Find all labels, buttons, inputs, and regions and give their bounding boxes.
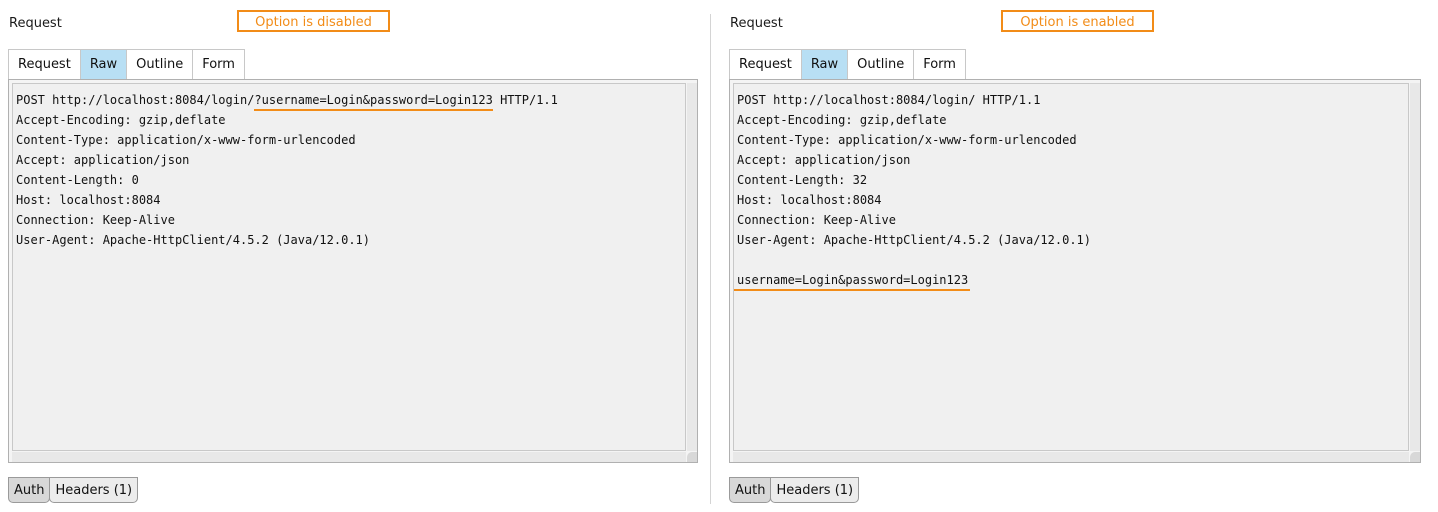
tab-form[interactable]: Form — [913, 49, 966, 79]
bottom-tabs: Auth Headers (1) — [8, 477, 139, 503]
request-line: POST http://localhost:8084/login/ HTTP/1… — [737, 93, 1041, 107]
callout-option-enabled: Option is enabled — [1001, 10, 1154, 32]
horizontal-scrollbar[interactable] — [12, 452, 686, 462]
tab-request[interactable]: Request — [729, 49, 801, 79]
header-line: Content-Type: application/x-www-form-url… — [16, 133, 356, 147]
vertical-scrollbar[interactable] — [687, 83, 697, 451]
panel-title: Request — [9, 16, 62, 31]
tab-raw[interactable]: Raw — [800, 49, 848, 79]
request-line-version: HTTP/1.1 — [492, 93, 558, 107]
header-line: Accept: application/json — [737, 153, 911, 167]
panel-divider — [710, 14, 711, 504]
resize-corner-icon[interactable] — [687, 452, 697, 462]
tab-headers[interactable]: Headers (1) — [49, 477, 139, 503]
header-line: Content-Type: application/x-www-form-url… — [737, 133, 1077, 147]
header-line: Host: localhost:8084 — [737, 193, 882, 207]
resize-corner-icon[interactable] — [1410, 452, 1420, 462]
callout-option-disabled: Option is disabled — [237, 10, 390, 32]
form-body-highlight: username=Login&password=Login123 — [734, 270, 971, 291]
vertical-scrollbar[interactable] — [1410, 83, 1420, 451]
header-line: Content-Length: 32 — [737, 173, 868, 187]
tab-request[interactable]: Request — [8, 49, 80, 79]
tab-headers[interactable]: Headers (1) — [770, 477, 860, 503]
request-panel-disabled: Request Option is disabled Request Raw O… — [0, 0, 706, 512]
query-string-highlight: ?username=Login&password=Login123 — [254, 90, 494, 111]
header-line: Content-Length: 0 — [16, 173, 139, 187]
header-line: Accept-Encoding: gzip,deflate — [16, 113, 226, 127]
view-tabs: Request Raw Outline Form — [729, 49, 966, 79]
view-tabs: Request Raw Outline Form — [8, 49, 245, 79]
raw-request-editor[interactable]: POST http://localhost:8084/login/?userna… — [12, 83, 686, 451]
raw-editor-frame: POST http://localhost:8084/login/?userna… — [8, 79, 698, 463]
tab-auth[interactable]: Auth — [8, 477, 51, 503]
raw-request-editor[interactable]: POST http://localhost:8084/login/ HTTP/1… — [733, 83, 1409, 451]
header-line: User-Agent: Apache-HttpClient/4.5.2 (Jav… — [16, 233, 371, 247]
header-line: Host: localhost:8084 — [16, 193, 161, 207]
header-line: Connection: Keep-Alive — [737, 213, 896, 227]
tab-auth[interactable]: Auth — [729, 477, 772, 503]
header-line: Accept: application/json — [16, 153, 190, 167]
panel-title: Request — [730, 16, 783, 31]
body-line: username=Login&password=Login123 — [734, 270, 1408, 291]
tab-outline[interactable]: Outline — [847, 49, 914, 79]
request-line: POST http://localhost:8084/login/?userna… — [16, 90, 685, 111]
request-panel-enabled: Request Option is enabled Request Raw Ou… — [721, 0, 1433, 512]
tab-form[interactable]: Form — [192, 49, 245, 79]
bottom-tabs: Auth Headers (1) — [729, 477, 860, 503]
header-line: Accept-Encoding: gzip,deflate — [737, 113, 947, 127]
header-line: User-Agent: Apache-HttpClient/4.5.2 (Jav… — [737, 233, 1092, 247]
request-line-url: POST http://localhost:8084/login/ — [16, 93, 255, 107]
tab-raw[interactable]: Raw — [79, 49, 127, 79]
tab-outline[interactable]: Outline — [126, 49, 193, 79]
header-line: Connection: Keep-Alive — [16, 213, 175, 227]
horizontal-scrollbar[interactable] — [733, 452, 1409, 462]
raw-editor-frame: POST http://localhost:8084/login/ HTTP/1… — [729, 79, 1421, 463]
